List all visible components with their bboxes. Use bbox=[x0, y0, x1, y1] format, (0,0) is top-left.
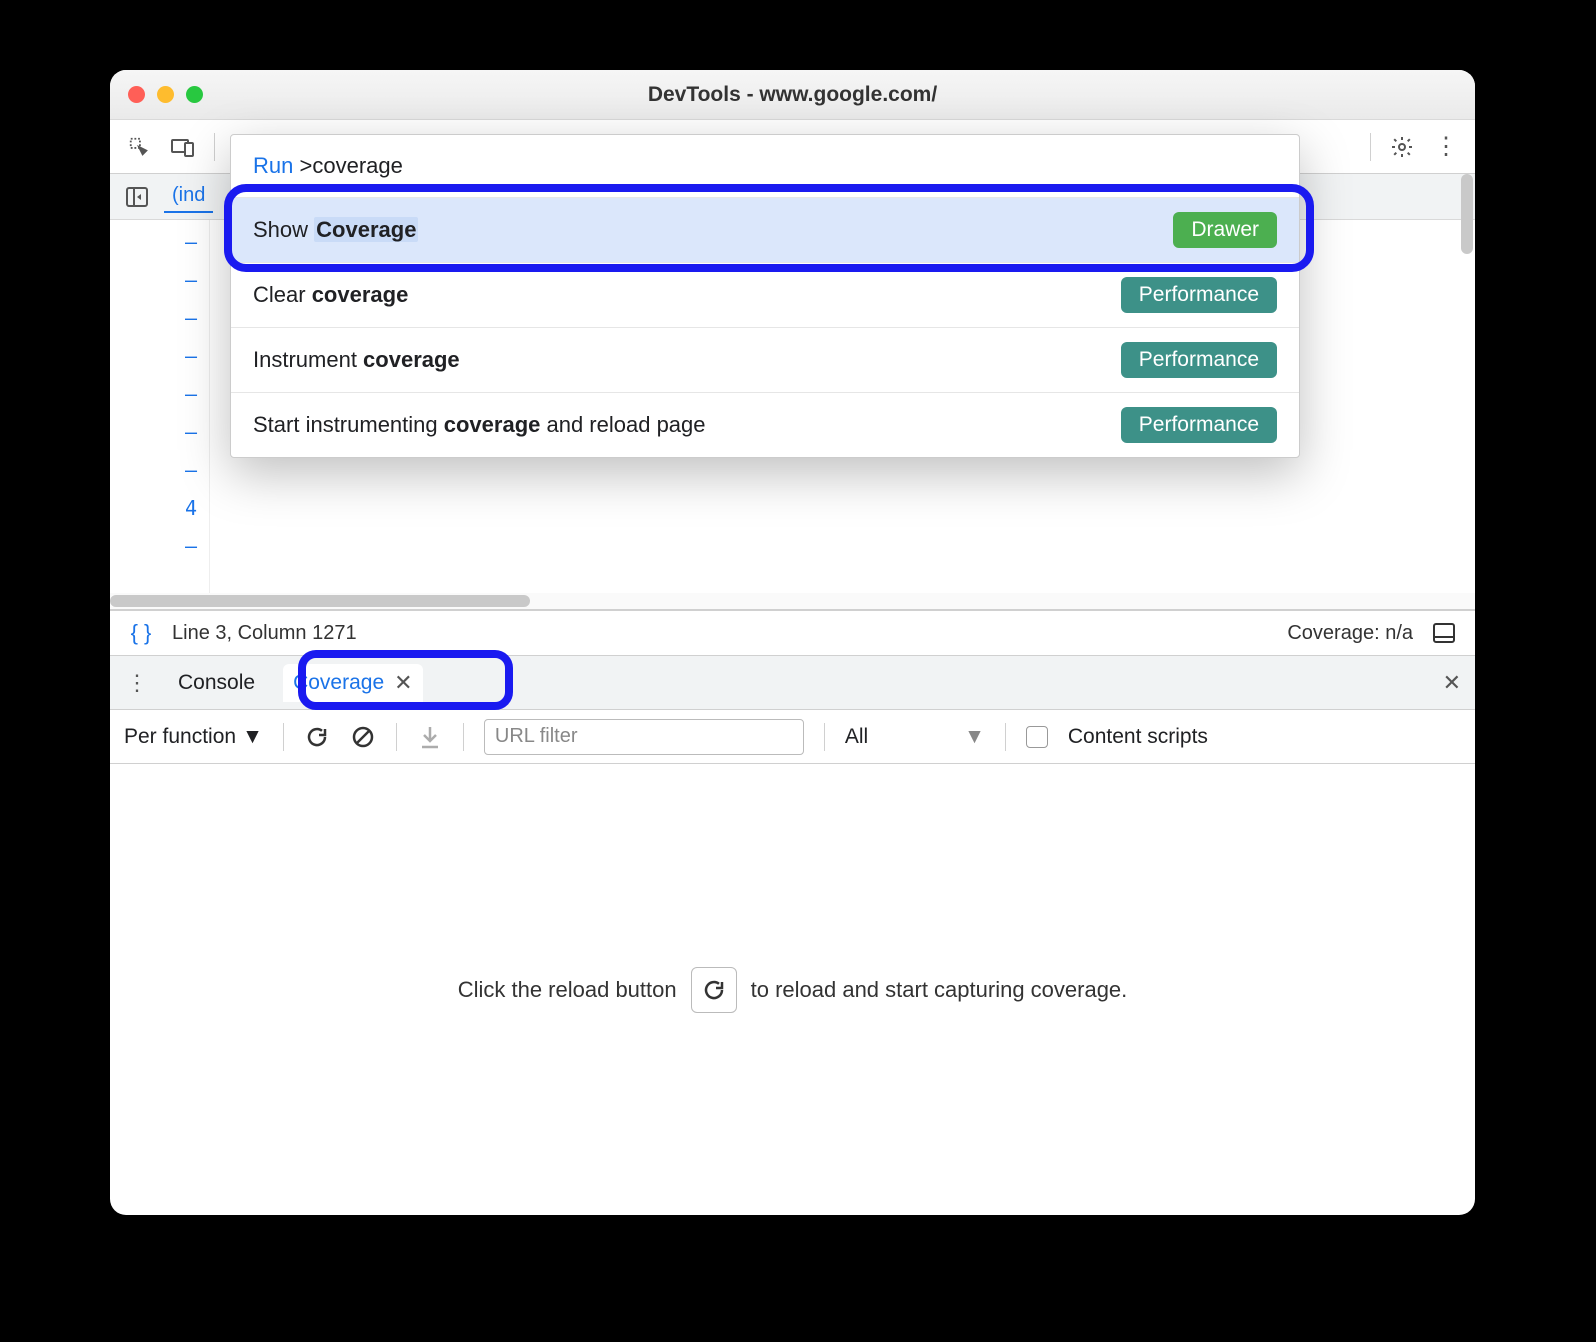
reload-icon[interactable] bbox=[304, 724, 330, 750]
badge-performance: Performance bbox=[1121, 407, 1277, 443]
navigator-toggle-icon[interactable] bbox=[124, 184, 150, 210]
horizontal-scrollbar[interactable] bbox=[110, 593, 1475, 609]
line-gutter: – – – – – – – 4 – bbox=[110, 220, 210, 609]
command-palette: Run >coverage Show Coverage Drawer Clear… bbox=[230, 134, 1300, 458]
command-item-instrument-coverage[interactable]: Instrument coverage Performance bbox=[231, 327, 1299, 392]
command-item-show-coverage[interactable]: Show Coverage Drawer bbox=[231, 197, 1299, 262]
kebab-menu-icon[interactable]: ⋮ bbox=[1433, 134, 1459, 160]
badge-drawer: Drawer bbox=[1173, 212, 1277, 248]
reload-button[interactable] bbox=[691, 967, 737, 1013]
chevron-down-icon: ▼ bbox=[964, 725, 985, 749]
clear-icon[interactable] bbox=[350, 724, 376, 750]
empty-text-post: to reload and start capturing coverage. bbox=[751, 977, 1128, 1003]
coverage-status: Coverage: n/a bbox=[1287, 622, 1413, 645]
type-filter-dropdown[interactable]: All ▼ bbox=[845, 725, 985, 749]
source-map-icon[interactable] bbox=[1431, 620, 1457, 646]
badge-performance: Performance bbox=[1121, 277, 1277, 313]
content-scripts-label: Content scripts bbox=[1068, 725, 1208, 749]
empty-text-pre: Click the reload button bbox=[458, 977, 677, 1003]
command-input[interactable]: Run >coverage bbox=[231, 135, 1299, 197]
coverage-empty-state: Click the reload button to reload and st… bbox=[110, 764, 1475, 1215]
separator bbox=[1370, 133, 1371, 161]
pretty-print-icon[interactable]: { } bbox=[128, 620, 154, 646]
chevron-down-icon: ▼ bbox=[242, 725, 263, 749]
command-list: Show Coverage Drawer Clear coverage Perf… bbox=[231, 197, 1299, 457]
cursor-position: Line 3, Column 1271 bbox=[172, 622, 357, 645]
badge-performance: Performance bbox=[1121, 342, 1277, 378]
drawer-tab-coverage[interactable]: Coverage ✕ bbox=[283, 664, 423, 702]
scope-dropdown[interactable]: Per function ▼ bbox=[124, 725, 263, 749]
command-item-start-instrumenting[interactable]: Start instrumenting coverage and reload … bbox=[231, 392, 1299, 457]
drawer-kebab-icon[interactable]: ⋮ bbox=[124, 670, 150, 696]
run-label: Run bbox=[253, 153, 293, 178]
titlebar: DevTools - www.google.com/ bbox=[110, 70, 1475, 120]
editor-statusbar: { } Line 3, Column 1271 Coverage: n/a bbox=[110, 610, 1475, 656]
export-icon[interactable] bbox=[417, 724, 443, 750]
inspect-icon[interactable] bbox=[126, 134, 152, 160]
settings-icon[interactable] bbox=[1389, 134, 1415, 160]
separator bbox=[214, 133, 215, 161]
url-filter-input[interactable]: URL filter bbox=[484, 719, 804, 755]
file-tab-index[interactable]: (ind bbox=[164, 180, 213, 213]
drawer-tab-console[interactable]: Console bbox=[168, 665, 265, 701]
device-toggle-icon[interactable] bbox=[170, 134, 196, 160]
drawer-tab-coverage-label: Coverage bbox=[293, 671, 384, 695]
command-item-clear-coverage[interactable]: Clear coverage Performance bbox=[231, 262, 1299, 327]
drawer-tabs: ⋮ Console Coverage ✕ ✕ bbox=[110, 656, 1475, 710]
close-drawer-icon[interactable]: ✕ bbox=[1443, 670, 1461, 696]
window-title: DevTools - www.google.com/ bbox=[110, 83, 1475, 107]
close-tab-icon[interactable]: ✕ bbox=[394, 670, 412, 696]
content-scripts-checkbox[interactable] bbox=[1026, 726, 1048, 748]
coverage-toolbar: Per function ▼ URL filter All ▼ Content … bbox=[110, 710, 1475, 764]
vertical-scrollbar[interactable] bbox=[1459, 174, 1475, 564]
